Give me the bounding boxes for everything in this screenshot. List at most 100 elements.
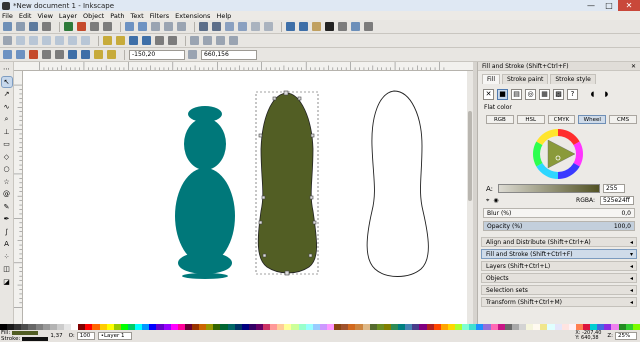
node-handle[interactable] [309, 195, 314, 200]
expand-icon[interactable]: ◂ [630, 299, 633, 306]
snap-grid-icon[interactable] [55, 36, 64, 45]
lower-to-bottom-icon[interactable] [107, 50, 116, 59]
color-wheel-area[interactable] [478, 127, 640, 181]
stroke-width[interactable]: 1,37 [50, 333, 62, 339]
blur-slider[interactable]: Blur (%) 0,0 [483, 208, 635, 218]
xml-editor-icon[interactable] [338, 22, 347, 31]
raise-to-top-icon[interactable] [94, 50, 103, 59]
mode-cms[interactable]: CMS [609, 115, 637, 124]
tweak-tool-icon[interactable]: ∿ [2, 102, 12, 112]
zoom-in-icon[interactable] [199, 22, 208, 31]
snap-bbox-icon[interactable] [16, 36, 25, 45]
teal-figure[interactable] [175, 106, 235, 279]
node-handle[interactable] [258, 220, 263, 225]
tab-fill[interactable]: Fill [482, 74, 501, 84]
scroll-thumb[interactable] [468, 111, 472, 201]
pattern-icon[interactable]: ▩ [553, 88, 564, 100]
undo-icon[interactable] [90, 22, 99, 31]
olive-pin-selected[interactable] [255, 90, 319, 276]
radial-gradient-icon[interactable]: ◎ [525, 88, 536, 100]
zoom-out-icon[interactable] [212, 22, 221, 31]
rotate-90-cw-icon[interactable] [55, 50, 64, 59]
zoom-input[interactable]: 25% [615, 332, 637, 340]
selector-tool-icon[interactable]: ↖ [0, 75, 13, 88]
teal-upper-oval[interactable] [184, 118, 226, 170]
snap-page-icon[interactable] [81, 36, 90, 45]
save-icon[interactable] [29, 22, 38, 31]
rotate-ccw-icon[interactable] [168, 36, 177, 45]
teal-foot-oval[interactable] [178, 252, 232, 274]
rgba-input[interactable]: 525e24ff [600, 196, 634, 205]
scale-corners-icon[interactable] [203, 36, 212, 45]
snap-paths-icon[interactable] [42, 36, 51, 45]
dock-fill-stroke[interactable]: Fill and Stroke (Shift+Ctrl+F) ▾ [481, 249, 637, 259]
expand-icon[interactable]: ◂ [630, 263, 633, 270]
menu-layer[interactable]: Layer [59, 12, 77, 20]
redo-icon[interactable] [103, 22, 112, 31]
transform-gradient-icon[interactable] [216, 36, 225, 45]
ellipse-tool-icon[interactable]: ○ [2, 164, 12, 174]
rotate-90-ccw-icon[interactable] [42, 50, 51, 59]
open-icon[interactable] [16, 22, 25, 31]
x-field[interactable]: -150,20 [129, 49, 185, 60]
flip-horizontal-icon[interactable] [68, 50, 77, 59]
expand-icon[interactable]: ◂ [630, 239, 633, 246]
pencil-tool-icon[interactable]: ✎ [2, 202, 12, 212]
opacity-input[interactable]: 100 [76, 332, 95, 340]
swatch-icon[interactable]: ? [567, 88, 578, 100]
stroke-row[interactable]: Stroke: [1, 336, 49, 342]
collapse-icon[interactable]: ▾ [630, 251, 633, 258]
rect-tool-icon[interactable]: ▭ [2, 139, 12, 149]
align-right-icon[interactable] [177, 22, 186, 31]
text-tool-icon[interactable]: A [2, 239, 12, 249]
pen-tool-icon[interactable]: ✒ [2, 214, 12, 224]
minimize-button[interactable]: — [582, 0, 600, 11]
zoom-page-icon[interactable] [225, 22, 234, 31]
expand-icon[interactable]: ◂ [630, 287, 633, 294]
tab-stroke-style[interactable]: Stroke style [550, 74, 596, 84]
flip-v-icon[interactable] [142, 36, 151, 45]
lock-icon[interactable] [188, 50, 197, 59]
mode-wheel[interactable]: Wheel [578, 115, 607, 124]
rotate-icon[interactable] [155, 36, 164, 45]
node-handle[interactable] [258, 133, 263, 138]
node-handle[interactable] [310, 133, 315, 138]
spray-tool-icon[interactable]: ⁘ [2, 252, 12, 262]
opacity-slider[interactable]: Opacity (%) 100,0 [483, 221, 635, 231]
node-handle[interactable] [262, 253, 267, 258]
snap-guide-icon[interactable] [68, 36, 77, 45]
cms-icon[interactable]: ◉ [493, 197, 498, 204]
menu-view[interactable]: View [37, 12, 52, 20]
menu-edit[interactable]: Edit [19, 12, 32, 20]
close-panel-icon[interactable]: ✕ [631, 63, 636, 70]
dock-objects[interactable]: Objects ◂ [481, 273, 637, 283]
node-tool-icon[interactable] [138, 22, 147, 31]
clone-icon[interactable] [264, 22, 273, 31]
flip-h-icon[interactable] [129, 36, 138, 45]
node-handle[interactable] [272, 96, 277, 101]
bucket-tool-icon[interactable]: ◪ [2, 277, 12, 287]
menu-filters[interactable]: Filters [150, 12, 169, 20]
maximize-button[interactable]: □ [600, 0, 618, 11]
close-button[interactable]: ✕ [618, 0, 640, 11]
new-icon[interactable] [3, 22, 12, 31]
print-icon[interactable] [42, 22, 51, 31]
deselect-objects-icon[interactable] [29, 50, 38, 59]
dock-selection-sets[interactable]: Selection sets ◂ [481, 285, 637, 295]
zoom-tool-icon[interactable]: ⌕ [2, 114, 12, 124]
node-handle[interactable] [297, 96, 302, 101]
ungroup-icon[interactable] [299, 22, 308, 31]
fill-rule-icon[interactable]: ◗ [601, 89, 612, 100]
drawing-canvas[interactable] [23, 71, 467, 324]
y-field[interactable]: 660,156 [201, 49, 257, 60]
preferences-icon[interactable] [364, 22, 373, 31]
fill-swatch[interactable] [12, 330, 39, 335]
layer-selector[interactable]: •Layer 1 [97, 332, 132, 340]
node-handle[interactable] [312, 220, 317, 225]
flat-color-icon[interactable]: ■ [497, 88, 508, 100]
node-handle[interactable] [283, 90, 289, 96]
node-handle[interactable] [261, 195, 266, 200]
outline-pin-path[interactable] [366, 90, 429, 277]
teal-body-oval[interactable] [175, 168, 235, 264]
alpha-input[interactable]: 255 [603, 184, 626, 193]
